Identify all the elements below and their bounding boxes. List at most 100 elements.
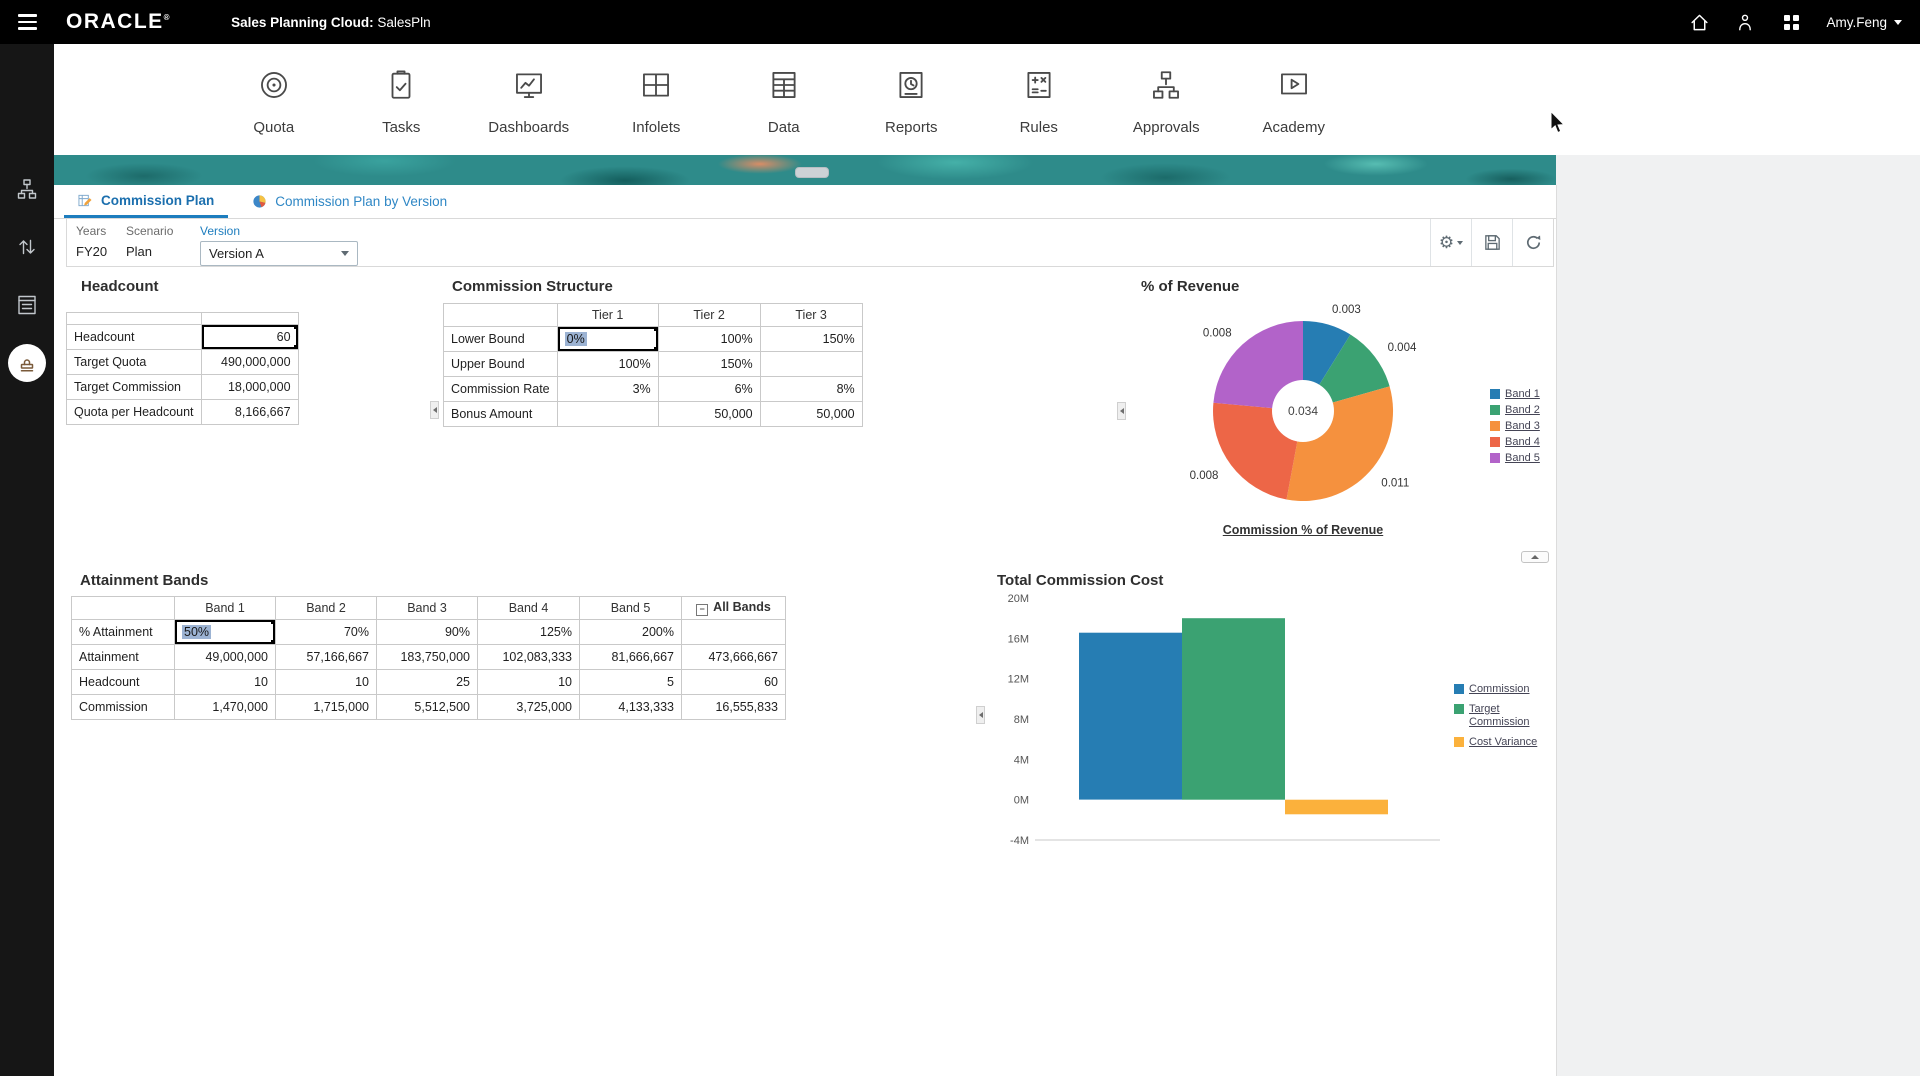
grid-cell[interactable]: 49,000,000 bbox=[175, 645, 276, 670]
nav-item-quota[interactable]: Quota bbox=[210, 44, 338, 155]
row-label[interactable]: Headcount bbox=[67, 325, 202, 350]
row-label[interactable]: Upper Bound bbox=[444, 352, 558, 377]
accessibility-person-icon[interactable] bbox=[1734, 11, 1756, 33]
row-label[interactable]: Lower Bound bbox=[444, 327, 558, 352]
panel-collapse-button[interactable] bbox=[1521, 551, 1549, 563]
grid-cell[interactable]: 8% bbox=[760, 377, 862, 402]
grid-cell[interactable]: 473,666,667 bbox=[682, 645, 786, 670]
grid-cell[interactable]: 50,000 bbox=[658, 402, 760, 427]
rail-forms-button[interactable] bbox=[0, 276, 54, 334]
row-label[interactable]: Commission Rate bbox=[444, 377, 558, 402]
grid-cell[interactable]: 102,083,333 bbox=[478, 645, 580, 670]
column-header[interactable]: Tier 3 bbox=[760, 304, 862, 327]
grid-cell[interactable]: 57,166,667 bbox=[276, 645, 377, 670]
grid-cell[interactable]: 5,512,500 bbox=[377, 695, 478, 720]
row-label[interactable]: % Attainment bbox=[72, 620, 175, 645]
hamburger-menu-icon[interactable] bbox=[0, 0, 54, 44]
grid-cell[interactable]: 50% bbox=[175, 620, 276, 645]
grid-cell[interactable]: 8,166,667 bbox=[201, 400, 298, 425]
grid-cell[interactable]: 6% bbox=[658, 377, 760, 402]
legend-item[interactable]: Band 3 bbox=[1490, 420, 1540, 433]
grid-cell[interactable]: 3% bbox=[557, 377, 658, 402]
splitter-toggle[interactable] bbox=[1117, 402, 1126, 420]
row-label[interactable]: Target Commission bbox=[67, 375, 202, 400]
column-header[interactable]: Band 3 bbox=[377, 597, 478, 620]
grid-cell[interactable]: 1,715,000 bbox=[276, 695, 377, 720]
grid-cell[interactable] bbox=[760, 352, 862, 377]
column-header-all-bands[interactable]: All Bands bbox=[682, 597, 786, 620]
bar-commission[interactable] bbox=[1079, 633, 1182, 800]
collapse-icon[interactable] bbox=[696, 604, 708, 616]
legend-item[interactable]: Band 5 bbox=[1490, 452, 1540, 465]
row-label[interactable]: Quota per Headcount bbox=[67, 400, 202, 425]
grid-cell[interactable]: 60 bbox=[682, 670, 786, 695]
column-header[interactable]: Tier 1 bbox=[557, 304, 658, 327]
grid-cell[interactable]: 200% bbox=[580, 620, 682, 645]
nav-item-infolets[interactable]: Infolets bbox=[593, 44, 721, 155]
nav-item-reports[interactable]: Reports bbox=[848, 44, 976, 155]
commission-revenue-link[interactable]: Commission % of Revenue bbox=[1183, 523, 1423, 537]
legend-item[interactable]: Band 4 bbox=[1490, 436, 1540, 449]
grid-cell[interactable]: 150% bbox=[760, 327, 862, 352]
grid-cell[interactable]: 183,750,000 bbox=[377, 645, 478, 670]
grid-cell[interactable]: 100% bbox=[557, 352, 658, 377]
row-label[interactable]: Bonus Amount bbox=[444, 402, 558, 427]
row-label[interactable]: Attainment bbox=[72, 645, 175, 670]
grid-cell[interactable]: 90% bbox=[377, 620, 478, 645]
grid-cell[interactable]: 70% bbox=[276, 620, 377, 645]
grid-cell[interactable]: 490,000,000 bbox=[201, 350, 298, 375]
version-dropdown[interactable]: Version A bbox=[200, 241, 358, 266]
column-header[interactable]: Band 5 bbox=[580, 597, 682, 620]
grid-cell[interactable] bbox=[557, 402, 658, 427]
grid-cell[interactable]: 10 bbox=[478, 670, 580, 695]
grid-cell[interactable]: 10 bbox=[276, 670, 377, 695]
grid-cell[interactable]: 100% bbox=[658, 327, 760, 352]
rail-hierarchy-button[interactable] bbox=[0, 160, 54, 218]
settings-gear-button[interactable]: ⚙ bbox=[1430, 219, 1471, 266]
column-header[interactable]: Band 4 bbox=[478, 597, 580, 620]
nav-item-dashboards[interactable]: Dashboards bbox=[465, 44, 593, 155]
pov-scenario[interactable]: Scenario Plan bbox=[126, 224, 173, 259]
nav-item-tasks[interactable]: Tasks bbox=[338, 44, 466, 155]
user-menu[interactable]: Amy.Feng bbox=[1826, 15, 1902, 30]
column-header[interactable]: Band 2 bbox=[276, 597, 377, 620]
nav-item-academy[interactable]: Academy bbox=[1230, 44, 1358, 155]
column-header[interactable]: Tier 2 bbox=[658, 304, 760, 327]
splitter-toggle[interactable] bbox=[976, 706, 985, 724]
grid-cell[interactable]: 1,470,000 bbox=[175, 695, 276, 720]
grid-cell[interactable]: 4,133,333 bbox=[580, 695, 682, 720]
pov-version-label[interactable]: Version bbox=[200, 224, 358, 238]
bar-target-commission[interactable] bbox=[1182, 618, 1285, 800]
grid-cell[interactable]: 60 bbox=[201, 325, 298, 350]
banner-resize-handle[interactable] bbox=[795, 167, 829, 178]
tab-commission-plan-by-version[interactable]: Commission Plan by Version bbox=[238, 185, 461, 218]
legend-item[interactable]: Commission bbox=[1454, 683, 1542, 696]
grid-cell[interactable]: 16,555,833 bbox=[682, 695, 786, 720]
grid-cell[interactable]: 5 bbox=[580, 670, 682, 695]
legend-item[interactable]: Target Commission bbox=[1454, 703, 1542, 729]
grid-cell[interactable]: 81,666,667 bbox=[580, 645, 682, 670]
legend-item[interactable]: Band 2 bbox=[1490, 404, 1540, 417]
rail-import-export-button[interactable] bbox=[0, 218, 54, 276]
legend-item[interactable]: Band 1 bbox=[1490, 388, 1540, 401]
rail-approvals-stamp-button[interactable] bbox=[0, 334, 54, 392]
grid-cell[interactable]: 25 bbox=[377, 670, 478, 695]
legend-item[interactable]: Cost Variance bbox=[1454, 736, 1542, 749]
row-label[interactable]: Target Quota bbox=[67, 350, 202, 375]
pov-years[interactable]: Years FY20 bbox=[76, 224, 107, 259]
tab-commission-plan[interactable]: Commission Plan bbox=[64, 185, 228, 218]
grid-cell[interactable]: 125% bbox=[478, 620, 580, 645]
grid-cell[interactable]: 18,000,000 bbox=[201, 375, 298, 400]
grid-cell[interactable]: 50,000 bbox=[760, 402, 862, 427]
nav-item-rules[interactable]: Rules bbox=[975, 44, 1103, 155]
row-label[interactable]: Headcount bbox=[72, 670, 175, 695]
row-label[interactable]: Commission bbox=[72, 695, 175, 720]
save-button[interactable] bbox=[1471, 219, 1512, 266]
grid-cell[interactable]: 10 bbox=[175, 670, 276, 695]
grid-cell[interactable]: 3,725,000 bbox=[478, 695, 580, 720]
column-header[interactable]: Band 1 bbox=[175, 597, 276, 620]
grid-cell[interactable]: 0% bbox=[557, 327, 658, 352]
splitter-toggle[interactable] bbox=[430, 401, 439, 419]
grid-cell[interactable] bbox=[682, 620, 786, 645]
bar-cost-variance[interactable] bbox=[1285, 800, 1388, 815]
